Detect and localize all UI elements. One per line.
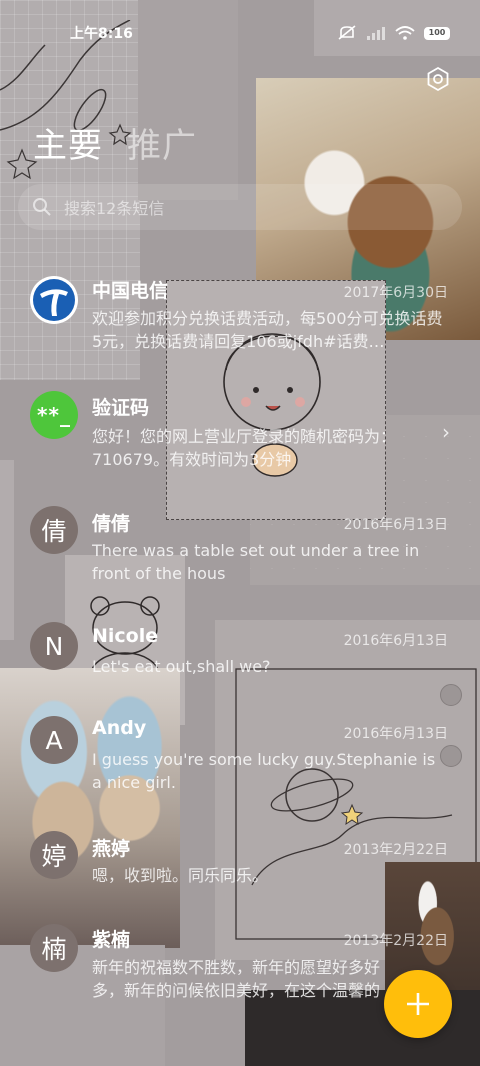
plus-icon bbox=[407, 993, 429, 1015]
battery-icon: 100 bbox=[424, 26, 450, 40]
avatar: 婷 bbox=[30, 831, 78, 879]
settings-icon bbox=[427, 66, 449, 92]
sender-name: 验证码 bbox=[92, 397, 150, 419]
conversation-item[interactable]: **_ 验证码 › 您好！您的网上营业厅登录的随机密码为：710679。有效时间… bbox=[0, 390, 480, 500]
message-preview: 您好！您的网上营业厅登录的随机密码为：710679。有效时间为3分钟 bbox=[92, 427, 397, 469]
tab-primary[interactable]: 主要 bbox=[33, 118, 103, 167]
search-placeholder: 搜索12条短信 bbox=[64, 199, 165, 218]
conversation-item[interactable]: 倩 倩倩 2016年6月13日 There was a table set ou… bbox=[0, 506, 480, 616]
message-preview: 欢迎参加积分兑换话费活动，每500分可兑换话费5元，兑换话费请回复106或jfd… bbox=[92, 309, 443, 351]
search-bar[interactable]: 搜索12条短信 bbox=[18, 184, 462, 230]
message-preview: There was a table set out under a tree i… bbox=[92, 541, 420, 583]
china-telecom-logo-icon bbox=[33, 279, 75, 321]
status-icons: 100 bbox=[337, 25, 450, 41]
sender-name: Andy bbox=[92, 717, 147, 739]
message-preview: Let's eat out,shall we? bbox=[92, 657, 271, 676]
new-message-button[interactable] bbox=[384, 970, 452, 1038]
wifi-icon bbox=[395, 26, 415, 40]
search-icon bbox=[33, 198, 51, 216]
avatar: **_ bbox=[30, 391, 78, 439]
message-date: 2016年6月13日 bbox=[343, 633, 448, 649]
sender-name: Nicole bbox=[92, 625, 159, 647]
conversation-item[interactable]: 中国电信 2017年6月30日 欢迎参加积分兑换话费活动，每500分可兑换话费5… bbox=[0, 274, 480, 384]
avatar bbox=[30, 276, 78, 324]
avatar: A bbox=[30, 716, 78, 764]
sender-name: 倩倩 bbox=[92, 513, 131, 535]
avatar: N bbox=[30, 622, 78, 670]
message-preview: 新年的祝福数不胜数，新年的愿望好多好多，新年的问候依旧美好，在这个温馨的时… bbox=[92, 958, 381, 1000]
message-date: 2013年2月22日 bbox=[343, 933, 448, 949]
status-time: 上午8:16 bbox=[70, 26, 133, 42]
signal-icon bbox=[367, 27, 385, 40]
message-date: 2016年6月13日 bbox=[343, 726, 448, 742]
mute-icon bbox=[338, 25, 356, 40]
avatar: 倩 bbox=[30, 506, 78, 554]
sender-name: 中国电信 bbox=[92, 280, 169, 302]
message-preview: I guess you're some lucky guy.Stephanie … bbox=[92, 750, 436, 792]
sender-name: 紫楠 bbox=[92, 929, 131, 951]
conversation-item[interactable]: A Andy 2016年6月13日 I guess you're some lu… bbox=[0, 715, 480, 825]
message-date: 2013年2月22日 bbox=[343, 842, 448, 858]
tab-promotions[interactable]: 推广 bbox=[127, 118, 197, 167]
sender-name: 燕婷 bbox=[92, 838, 131, 860]
status-bar: 上午8:16 100 bbox=[0, 0, 480, 66]
message-date: 2017年6月30日 bbox=[343, 285, 448, 301]
avatar: 楠 bbox=[30, 924, 78, 972]
tab-bar: 主要 推广 bbox=[33, 118, 197, 167]
message-preview: 嗯，收到啦。同乐同乐。 bbox=[92, 866, 269, 885]
settings-button[interactable] bbox=[425, 66, 451, 92]
message-date: 2016年6月13日 bbox=[343, 517, 448, 533]
